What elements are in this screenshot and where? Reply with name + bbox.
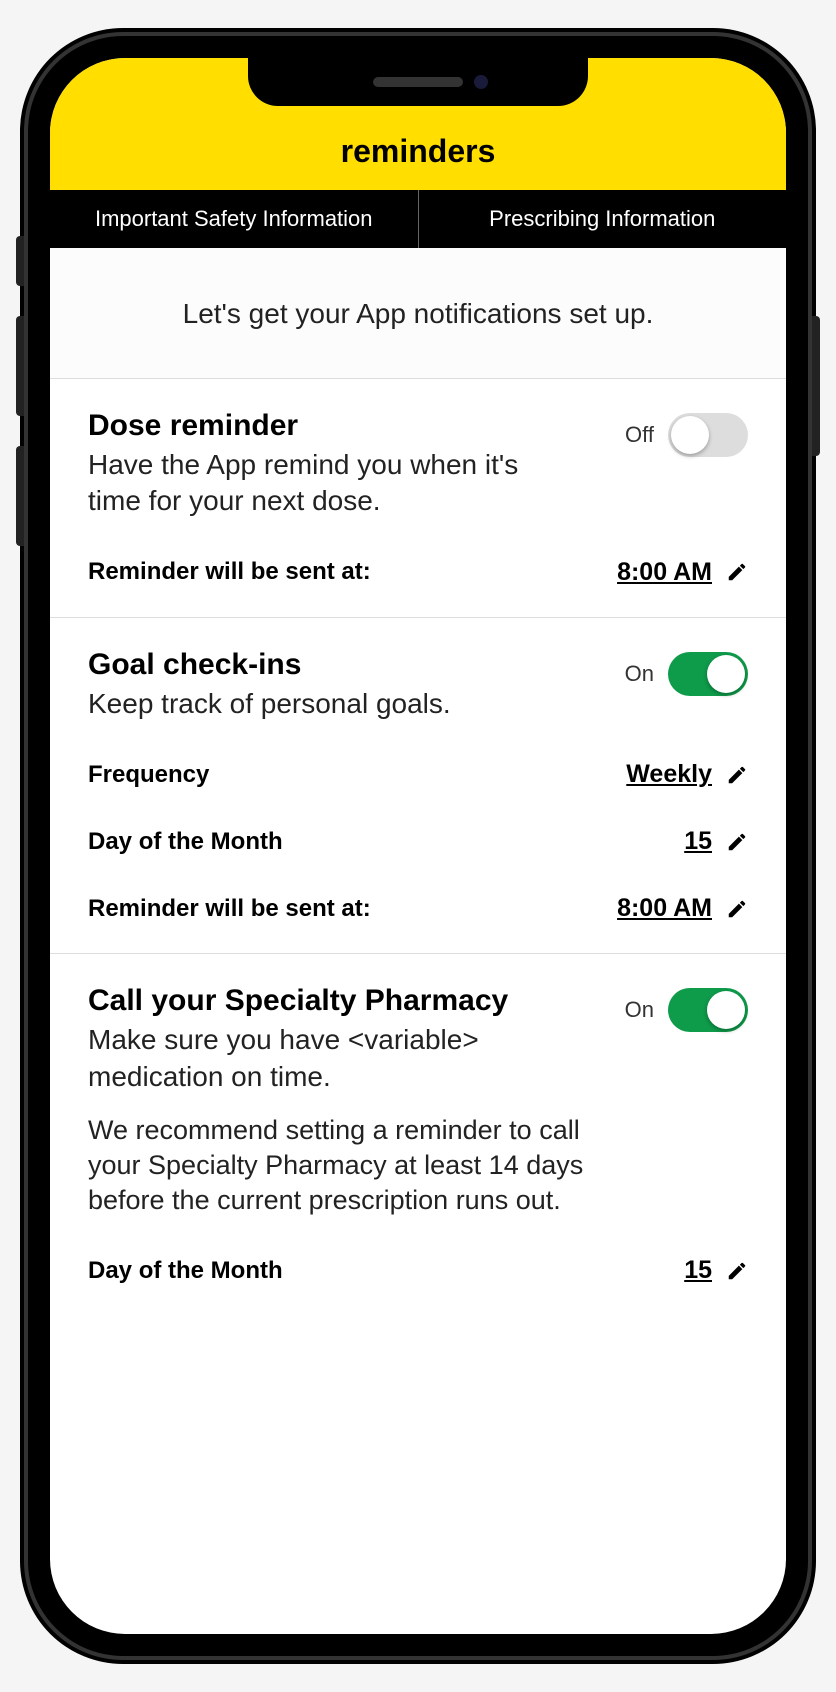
pencil-icon: [726, 1260, 748, 1282]
goal-dom-label: Day of the Month: [88, 828, 283, 856]
intro-text: Let's get your App notifications set up.: [50, 248, 786, 379]
speaker-grille: [373, 77, 463, 87]
dose-toggle-label: Off: [625, 422, 654, 448]
dose-time-label: Reminder will be sent at:: [88, 558, 371, 586]
goal-frequency-value: Weekly: [626, 760, 712, 789]
dose-time-edit[interactable]: 8:00 AM: [617, 558, 748, 587]
pharmacy-toggle[interactable]: [668, 988, 748, 1032]
goal-dom-row: Day of the Month 15: [88, 827, 748, 856]
pharmacy-desc: Make sure you have <variable> medication…: [88, 1022, 568, 1095]
goal-time-value: 8:00 AM: [617, 894, 712, 923]
phone-screen: reminders Important Safety Information P…: [50, 58, 786, 1634]
goal-toggle[interactable]: [668, 652, 748, 696]
info-tabs: Important Safety Information Prescribing…: [50, 188, 786, 248]
goal-frequency-edit[interactable]: Weekly: [626, 760, 748, 789]
dose-reminder-toggle-wrap: Off: [625, 413, 748, 457]
dose-reminder-desc: Have the App remind you when it's time f…: [88, 447, 568, 520]
pharmacy-toggle-label: On: [625, 997, 654, 1023]
tab-prescribing-info[interactable]: Prescribing Information: [419, 190, 787, 248]
goal-toggle-wrap: On: [625, 652, 748, 696]
tab-safety-info[interactable]: Important Safety Information: [50, 190, 419, 248]
content-scroll[interactable]: Let's get your App notifications set up.…: [50, 248, 786, 1315]
phone-notch: [248, 58, 588, 106]
phone-frame: reminders Important Safety Information P…: [28, 36, 808, 1656]
goal-time-row: Reminder will be sent at: 8:00 AM: [88, 894, 748, 923]
goal-frequency-label: Frequency: [88, 761, 209, 789]
section-pharmacy: Call your Specialty Pharmacy Make sure y…: [50, 954, 786, 1315]
phone-side-buttons: [16, 236, 24, 576]
section-dose-reminder: Dose reminder Have the App remind you wh…: [50, 379, 786, 618]
pharmacy-dom-row: Day of the Month 15: [88, 1256, 748, 1285]
page-title: reminders: [341, 133, 496, 170]
goal-frequency-row: Frequency Weekly: [88, 760, 748, 789]
dose-reminder-title: Dose reminder: [88, 409, 568, 443]
pencil-icon: [726, 898, 748, 920]
goal-dom-value: 15: [684, 827, 712, 856]
pharmacy-toggle-wrap: On: [625, 988, 748, 1032]
pharmacy-recommend: We recommend setting a reminder to call …: [88, 1113, 608, 1218]
pencil-icon: [726, 764, 748, 786]
pencil-icon: [726, 831, 748, 853]
dose-reminder-toggle[interactable]: [668, 413, 748, 457]
goal-time-edit[interactable]: 8:00 AM: [617, 894, 748, 923]
section-goal-checkins: Goal check-ins Keep track of personal go…: [50, 618, 786, 954]
phone-power-button: [812, 316, 820, 456]
goal-desc: Keep track of personal goals.: [88, 686, 451, 722]
dose-time-value: 8:00 AM: [617, 558, 712, 587]
goal-toggle-label: On: [625, 661, 654, 687]
dose-time-row: Reminder will be sent at: 8:00 AM: [88, 558, 748, 587]
pencil-icon: [726, 561, 748, 583]
goal-dom-edit[interactable]: 15: [684, 827, 748, 856]
goal-title: Goal check-ins: [88, 648, 451, 682]
goal-time-label: Reminder will be sent at:: [88, 895, 371, 923]
pharmacy-title: Call your Specialty Pharmacy: [88, 984, 608, 1018]
pharmacy-dom-edit[interactable]: 15: [684, 1256, 748, 1285]
pharmacy-dom-value: 15: [684, 1256, 712, 1285]
front-camera: [474, 75, 488, 89]
pharmacy-dom-label: Day of the Month: [88, 1257, 283, 1285]
